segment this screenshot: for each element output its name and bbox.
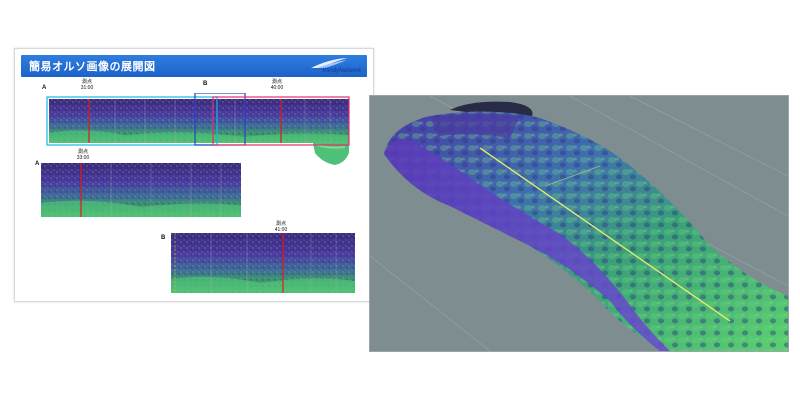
strip-1-marker-2: 測点 40:00 xyxy=(265,79,289,91)
point-cloud-3d-view[interactable] xyxy=(369,95,789,352)
marker-value: 40:00 xyxy=(270,85,284,91)
strip-1-mid-label: B xyxy=(203,81,208,87)
strip-3-row-label: B xyxy=(161,235,166,241)
marker-value: 33:00 xyxy=(76,155,90,161)
slide-header: 簡易オルソ画像の展開図 WindyNetwork xyxy=(21,55,367,77)
strip-1-row-label: A xyxy=(42,85,47,91)
ortho-strip-3 xyxy=(171,233,357,295)
slide-panel: 簡易オルソ画像の展開図 WindyNetwork A 測点 31:00 B 測点… xyxy=(14,48,374,302)
strip-2-row-label: A xyxy=(35,161,40,167)
strip-2-marker-1: 測点 33:00 xyxy=(71,149,95,161)
slide-title: 簡易オルソ画像の展開図 xyxy=(29,60,156,73)
marker-value: 31:00 xyxy=(80,85,94,91)
ortho-strip-2 xyxy=(41,163,243,219)
logo-text: WindyNetwork xyxy=(322,68,361,74)
strip-3-marker-1: 測点 41:00 xyxy=(269,221,293,233)
company-logo: WindyNetwork xyxy=(291,57,361,75)
strip-1-marker-1: 測点 31:00 xyxy=(75,79,99,91)
